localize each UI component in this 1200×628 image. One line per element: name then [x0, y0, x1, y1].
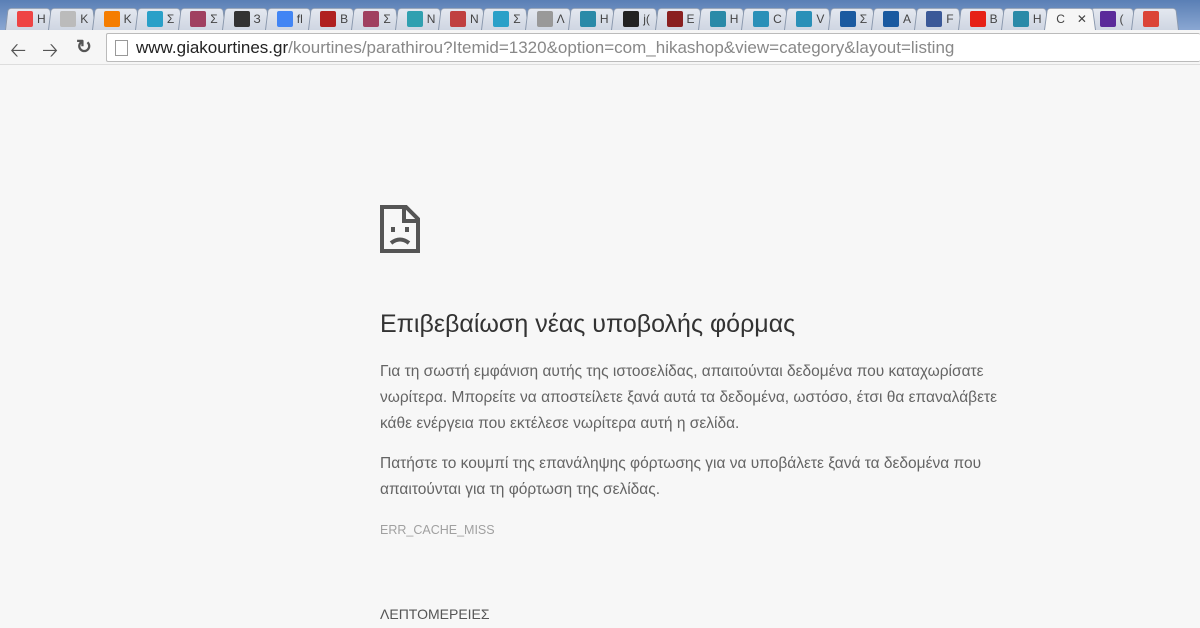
back-icon[interactable]: 🡠: [10, 36, 26, 70]
tab-title: K: [123, 12, 132, 26]
tab-title: Σ: [210, 12, 218, 26]
hikashop-icon: [709, 11, 726, 27]
mail-icon: [1099, 11, 1116, 27]
tab-content: E: [653, 8, 697, 30]
tab-content: H: [999, 8, 1043, 30]
tab-title: V: [816, 12, 825, 26]
tab-content: F: [912, 8, 956, 30]
tab-title: N: [426, 12, 436, 26]
tab-content: Σ: [479, 8, 523, 30]
error-title: Επιβεβαίωση νέας υποβολής φόρμας: [380, 310, 796, 338]
tab-title: E: [686, 12, 695, 26]
tab-content: j(: [609, 8, 653, 30]
address-bar[interactable]: www.giakourtines.gr/kourtines/parathirou…: [106, 33, 1200, 62]
s5-icon: [796, 11, 813, 27]
curtain-icon: [363, 11, 380, 27]
tab-title: Λ: [556, 12, 565, 26]
tab-content: fl: [263, 8, 307, 30]
tab-content: K: [46, 8, 90, 30]
chef-icon: [320, 11, 337, 27]
tab-content: K: [90, 8, 134, 30]
tab-content: [1129, 8, 1173, 30]
chrome-icon: [1142, 11, 1159, 27]
tab-title: Σ: [859, 12, 868, 26]
tab-content: З: [220, 8, 264, 30]
tab-content: V: [782, 8, 826, 30]
page-icon: [60, 11, 77, 27]
tab-title: Σ: [166, 12, 175, 26]
joomla-icon: [17, 11, 33, 27]
url-path: /kourtines/parathirou?Itemid=1320&option…: [288, 37, 955, 57]
tab-title: H: [1032, 12, 1042, 26]
tab-content: H: [566, 8, 610, 30]
tab-title: B: [989, 12, 998, 26]
s-logo-icon: [839, 11, 856, 27]
error-content: Επιβεβαίωση νέας υποβολής φόρμας Για τη …: [380, 205, 1030, 537]
hat-icon: [233, 11, 250, 27]
tab-title: C: [1056, 12, 1065, 26]
grid-icon: [666, 11, 683, 27]
tab-content: Σ: [176, 8, 220, 30]
tab-title: H: [729, 12, 739, 26]
tab-content: H: [696, 8, 740, 30]
tab-title: (: [1119, 12, 1124, 26]
tab-content: H: [3, 8, 47, 30]
tab-content: Λ: [523, 8, 567, 30]
saray-icon: [450, 11, 466, 27]
tab-title: H: [37, 12, 46, 26]
tab-title: B: [340, 12, 349, 26]
facebook-icon: [926, 11, 943, 27]
tab-title: A: [903, 12, 912, 26]
google-icon: [276, 11, 293, 27]
tab-content: Σ: [133, 8, 177, 30]
cart-icon: [536, 11, 553, 27]
reload-icon[interactable]: ↻: [76, 36, 92, 59]
toolbar: 🡠 🡢 ↻ www.giakourtines.gr/kourtines/para…: [0, 30, 1200, 65]
tab-title: K: [80, 12, 89, 26]
github-icon: [623, 11, 640, 27]
tab-title: Σ: [383, 12, 391, 26]
tab-content: C: [739, 8, 783, 30]
tab-content: A: [869, 8, 913, 30]
tab-title: Σ: [513, 12, 521, 26]
error-description: Για τη σωστή εμφάνιση αυτής της ιστοσελί…: [380, 363, 998, 432]
details-button[interactable]: ΛΕΠΤΟΜΕΡΕΙΕΣ: [380, 606, 490, 622]
tab-title: C: [773, 12, 782, 26]
tab-content: N: [436, 8, 480, 30]
home-icon: [493, 11, 510, 27]
hikashop-icon: [579, 11, 596, 27]
home-icon: [146, 11, 163, 27]
k-logo-icon: [406, 11, 423, 27]
tab-content: N: [393, 8, 437, 30]
tab-title: j(: [643, 12, 650, 26]
tab-content: Σ: [826, 8, 870, 30]
tab-title: З: [253, 12, 261, 26]
close-tab-icon[interactable]: ✕: [1077, 12, 1087, 26]
tab-content: B: [956, 8, 1000, 30]
tab-strip: H K K Σ Σ Зfl B Σ N N Σ Λ Hj(E H C V Σ A F B H C ✕(: [0, 0, 1200, 30]
s-logo-icon: [883, 11, 899, 27]
tab-title: N: [470, 12, 479, 26]
s5-icon: [753, 11, 770, 27]
tab-title: H: [599, 12, 609, 26]
tab-title: F: [946, 12, 954, 26]
forward-icon[interactable]: 🡢: [42, 36, 58, 70]
error-code: ERR_CACHE_MISS: [380, 523, 495, 537]
blogger-icon: [103, 11, 120, 27]
hikashop-icon: [1012, 11, 1029, 27]
tab-content: Σ: [349, 8, 393, 30]
curtain-icon: [190, 11, 207, 27]
youtube-icon: [969, 11, 986, 27]
tab-title: fl: [296, 12, 303, 26]
url-host: www.giakourtines.gr: [136, 37, 289, 57]
sad-page-icon: [380, 205, 420, 253]
error-suggestion: Πατήστε το κουμπί της επανάληψης φόρτωση…: [380, 455, 982, 498]
page-icon: [115, 39, 128, 56]
tab-content: C ✕: [1042, 8, 1087, 30]
tab-content: B: [306, 8, 350, 30]
